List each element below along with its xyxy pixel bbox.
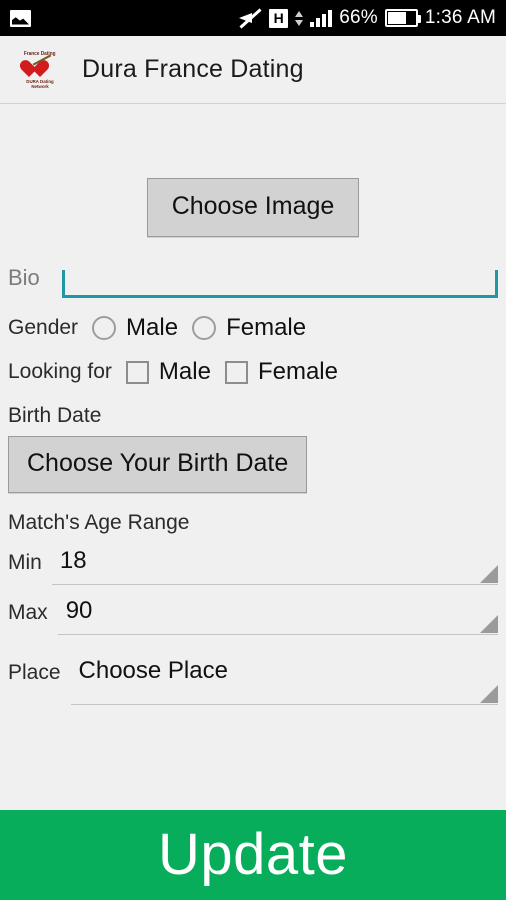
min-age-value: 18 bbox=[59, 547, 87, 574]
bio-input[interactable] bbox=[61, 270, 498, 298]
profile-form: Choose Image Bio Gender Male Female Look… bbox=[0, 104, 506, 810]
looking-for-option-male-label: Male bbox=[158, 358, 211, 385]
gender-option-male-label: Male bbox=[126, 314, 179, 341]
choose-image-container: Choose Image bbox=[8, 104, 498, 237]
looking-for-option-female-label: Female bbox=[257, 358, 338, 385]
logo-bottom-text-line2: Network bbox=[31, 83, 49, 89]
looking-for-label: Looking for bbox=[8, 360, 112, 383]
choose-birth-date-button[interactable]: Choose Your Birth Date bbox=[8, 436, 308, 493]
choose-image-button[interactable]: Choose Image bbox=[146, 178, 360, 237]
gender-option-female-label: Female bbox=[226, 314, 307, 341]
min-age-spinner[interactable]: 18 bbox=[51, 547, 498, 585]
gender-label: Gender bbox=[8, 316, 79, 339]
max-age-value: 90 bbox=[65, 597, 93, 624]
radio-icon-female[interactable] bbox=[192, 316, 217, 340]
battery-percent-label: 66% bbox=[339, 7, 378, 28]
gender-row: Gender Male Female bbox=[8, 314, 498, 342]
phone-screen: H 66% 1:36 AM France Dating DURA Dating … bbox=[0, 0, 506, 900]
app-logo: France Dating DURA Dating Network bbox=[12, 41, 68, 98]
place-label: Place bbox=[8, 661, 61, 684]
max-age-label: Max bbox=[8, 601, 48, 624]
age-range-label: Match's Age Range bbox=[8, 511, 190, 534]
place-spinner[interactable]: Choose Place bbox=[70, 657, 498, 705]
data-up-down-icon bbox=[295, 9, 304, 28]
update-button[interactable]: Update bbox=[0, 810, 506, 900]
checkbox-icon-female[interactable] bbox=[224, 360, 248, 384]
min-age-row: Min 18 bbox=[8, 547, 498, 585]
network-type-badge: H bbox=[269, 8, 289, 28]
checkbox-icon-male[interactable] bbox=[125, 360, 149, 384]
birth-date-label: Birth Date bbox=[8, 404, 102, 427]
gender-option-female[interactable]: Female bbox=[192, 314, 306, 342]
heart-with-arrow-icon bbox=[17, 53, 52, 78]
status-bar-right: H 66% 1:36 AM bbox=[238, 7, 496, 29]
looking-for-option-female[interactable]: Female bbox=[224, 358, 338, 386]
looking-for-row: Looking for Male Female bbox=[8, 358, 498, 386]
looking-for-option-male[interactable]: Male bbox=[125, 358, 211, 386]
app-bar: France Dating DURA Dating Network Dura F… bbox=[0, 36, 506, 104]
min-age-label: Min bbox=[8, 551, 42, 574]
page-title: Dura France Dating bbox=[82, 55, 304, 83]
signal-bars-icon bbox=[310, 9, 333, 27]
clock-label: 1:36 AM bbox=[424, 7, 496, 28]
battery-icon bbox=[384, 9, 421, 27]
photo-icon bbox=[10, 9, 31, 27]
gender-option-male[interactable]: Male bbox=[92, 314, 178, 342]
bio-row: Bio bbox=[8, 265, 498, 298]
radio-icon-male[interactable] bbox=[92, 316, 117, 340]
birth-date-button-container: Choose Your Birth Date bbox=[8, 436, 498, 493]
bio-label: Bio bbox=[8, 265, 40, 290]
place-value: Choose Place bbox=[78, 657, 228, 684]
max-age-spinner[interactable]: 90 bbox=[57, 597, 498, 635]
volume-muted-icon bbox=[238, 8, 262, 29]
status-bar: H 66% 1:36 AM bbox=[0, 0, 506, 36]
status-bar-left bbox=[10, 9, 238, 27]
place-row: Place Choose Place bbox=[8, 657, 498, 705]
max-age-row: Max 90 bbox=[8, 597, 498, 635]
